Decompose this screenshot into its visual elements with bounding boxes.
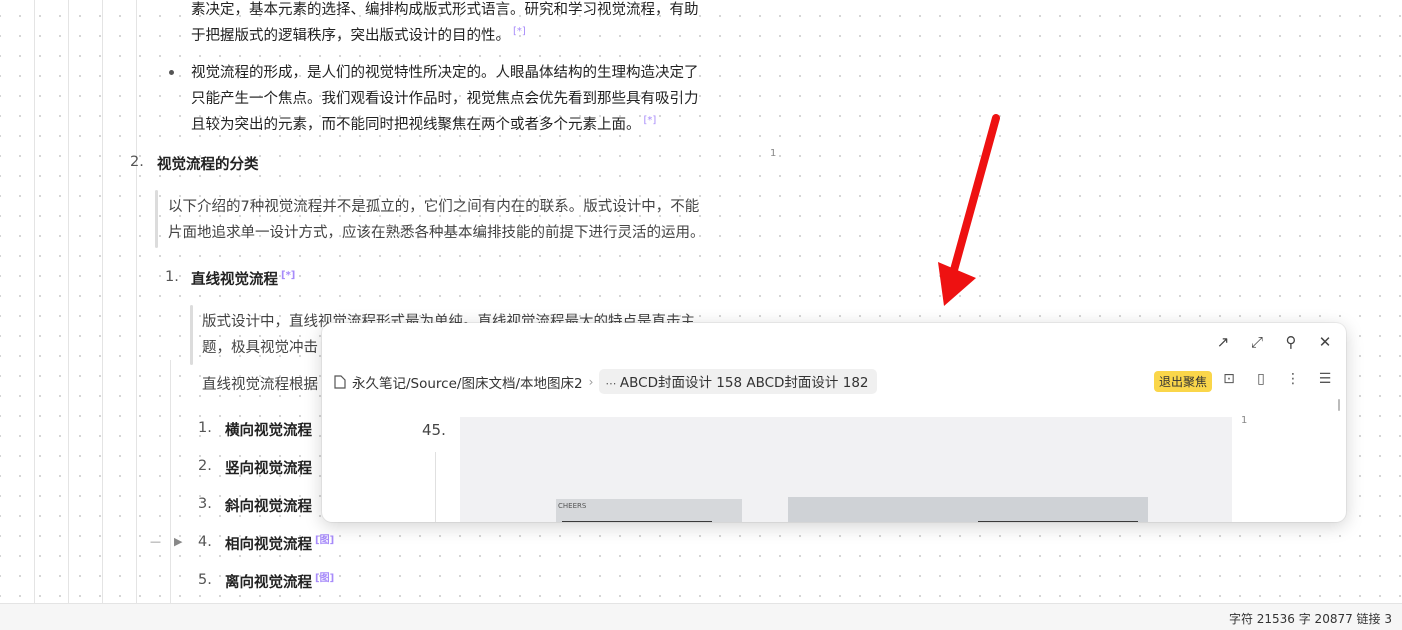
- indent-guide: [102, 0, 103, 603]
- bullet-icon: [169, 70, 174, 75]
- spread-title-block: [978, 521, 1138, 522]
- indent-guide: [34, 0, 35, 603]
- list-number: 5.: [198, 572, 212, 588]
- file-icon: [334, 374, 346, 389]
- footnote-link[interactable]: [*]: [644, 115, 657, 126]
- list-item-label: 斜向视觉流程: [225, 499, 312, 515]
- section-heading: 视觉流程的分类: [157, 157, 259, 173]
- paragraph-line: 素决定，基本元素的选择、编排构成版式形式语言。研究和学习视觉流程，有助: [191, 2, 699, 18]
- red-arrow-annotation: [938, 114, 1000, 306]
- magazine-cover-left: CHEERS: [556, 499, 742, 522]
- quote-line: 片面地追求单一设计方式，应该在熟悉各种基本编排技能的前提下进行灵活的运用。: [168, 225, 705, 241]
- indent-guide: [136, 0, 137, 603]
- list-item-label: 竖向视觉流程: [225, 461, 312, 477]
- list-item-text: 离向视觉流程: [225, 575, 312, 591]
- more-icon[interactable]: ⋮: [1284, 370, 1302, 388]
- cover-caption: CHEERS: [558, 502, 587, 510]
- list-number: 45.: [422, 421, 446, 439]
- footnote-link[interactable]: [*]: [281, 270, 295, 281]
- list-item-label: 横向视觉流程: [225, 423, 312, 439]
- breadcrumb-path[interactable]: 永久笔记/Source/图床文档/本地图床2: [352, 372, 583, 392]
- list-number: 3.: [198, 496, 212, 512]
- reference-count-badge[interactable]: 1: [770, 148, 776, 159]
- subsection-heading: 直线视觉流程 [*]: [191, 268, 295, 289]
- chevron-right-icon: ›: [588, 374, 594, 389]
- indent-guide: [170, 360, 171, 603]
- list-item-text: 相向视觉流程: [225, 537, 312, 553]
- quote-line: 以下介绍的7种视觉流程并不是孤立的，它们之间有内在的联系。版式设计中，不能: [168, 199, 700, 215]
- heading-marker-icon: ⋯: [605, 377, 620, 390]
- status-bar: 字符 21536 字 20877 链接 3: [0, 603, 1402, 630]
- indent-guide: [68, 0, 69, 603]
- list-number: 2.: [130, 154, 144, 170]
- outline-icon[interactable]: ☰: [1316, 370, 1334, 388]
- paragraph-text: 于把握版式的逻辑秩序，突出版式设计的目的性。: [191, 28, 510, 44]
- paragraph-text: 且较为突出的元素，而不能同时把视线聚焦在两个或者多个元素上面。: [191, 117, 641, 133]
- image-link[interactable]: [图]: [315, 535, 334, 546]
- list-number: 4.: [198, 534, 212, 550]
- scrollbar[interactable]: [1338, 399, 1340, 411]
- paragraph-line: 于把握版式的逻辑秩序，突出版式设计的目的性。 [*]: [191, 23, 526, 49]
- fold-toggle-icon[interactable]: ▶: [174, 535, 182, 548]
- hover-preview-popover[interactable]: ↗ ⤢ ⚲ ✕ 永久笔记/Source/图床文档/本地图床2 › ⋯ ABCD封…: [322, 323, 1346, 522]
- list-number: 1.: [165, 269, 179, 285]
- pin-icon[interactable]: ⚲: [1282, 333, 1300, 351]
- fold-dash-icon: —: [150, 535, 161, 548]
- breadcrumb: 永久笔记/Source/图床文档/本地图床2 › ⋯ ABCD封面设计 158 …: [334, 369, 877, 394]
- paragraph-line: 只能产生一个焦点。我们观看设计作品时，视觉焦点会优先看到那些具有吸引力: [191, 91, 699, 107]
- popover-header-icons: ↗ ⤢ ⚲ ✕: [1214, 333, 1334, 351]
- quote-bar: [190, 305, 193, 365]
- list-number: 2.: [198, 458, 212, 474]
- cover-title-block: [562, 521, 712, 522]
- quote-bar: [155, 190, 158, 248]
- paragraph-line: 视觉流程的形成，是人们的视觉特性所决定的。人眼晶体结构的生理构造决定了: [191, 65, 699, 81]
- paragraph-line: 直线视觉流程根据: [202, 377, 318, 393]
- quote-line: 题，极具视觉冲击: [202, 340, 318, 356]
- list-item-label: 相向视觉流程 [图]: [225, 533, 334, 554]
- open-external-icon[interactable]: ↗: [1214, 333, 1232, 351]
- word-count-status[interactable]: 字符 21536 字 20877 链接 3: [1229, 610, 1392, 627]
- list-number: 1.: [198, 420, 212, 436]
- popover-toolbar: ⊡ ▯ ⋮ ☰: [1220, 370, 1334, 388]
- close-icon[interactable]: ✕: [1316, 333, 1334, 351]
- magazine-spread: [788, 497, 1148, 522]
- image-link[interactable]: [图]: [315, 573, 334, 584]
- exit-focus-button[interactable]: 退出聚焦: [1154, 371, 1213, 392]
- list-item-label: 离向视觉流程 [图]: [225, 571, 334, 592]
- page-icon[interactable]: ▯: [1252, 370, 1270, 388]
- expand-icon[interactable]: ⤢: [1248, 333, 1266, 351]
- subsection-title: 直线视觉流程: [191, 272, 278, 288]
- breadcrumb-current-heading[interactable]: ⋯ ABCD封面设计 158 ABCD封面设计 182: [599, 369, 877, 394]
- paragraph-line: 且较为突出的元素，而不能同时把视线聚焦在两个或者多个元素上面。 [*]: [191, 112, 656, 138]
- breadcrumb-current-label: ABCD封面设计 158 ABCD封面设计 182: [619, 375, 869, 391]
- indent-guide: [435, 452, 436, 522]
- preview-image: CHEERS: [460, 417, 1232, 522]
- lock-icon[interactable]: ⊡: [1220, 370, 1238, 388]
- footnote-link[interactable]: [*]: [513, 26, 526, 37]
- reference-count-badge[interactable]: 1: [1241, 415, 1247, 426]
